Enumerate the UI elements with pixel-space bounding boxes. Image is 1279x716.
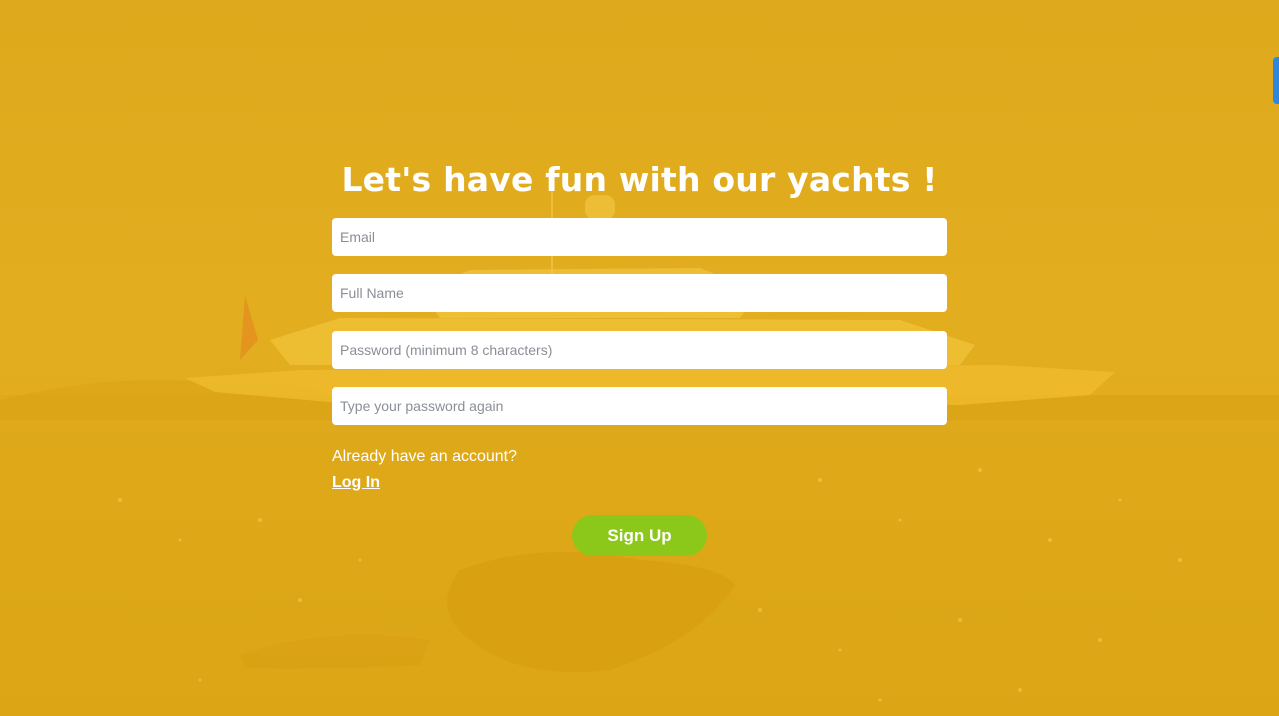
account-prompt: Already have an account? [332,448,518,465]
page-title: Let's have fun with our yachts ! [341,160,938,199]
email-field[interactable] [332,218,947,256]
signup-button[interactable]: Sign Up [572,515,707,556]
login-link[interactable]: Log In [332,473,380,493]
side-feedback-tab[interactable] [1273,57,1279,104]
confirm-password-field[interactable] [332,387,947,425]
password-field[interactable] [332,331,947,369]
fullname-field[interactable] [332,274,947,312]
